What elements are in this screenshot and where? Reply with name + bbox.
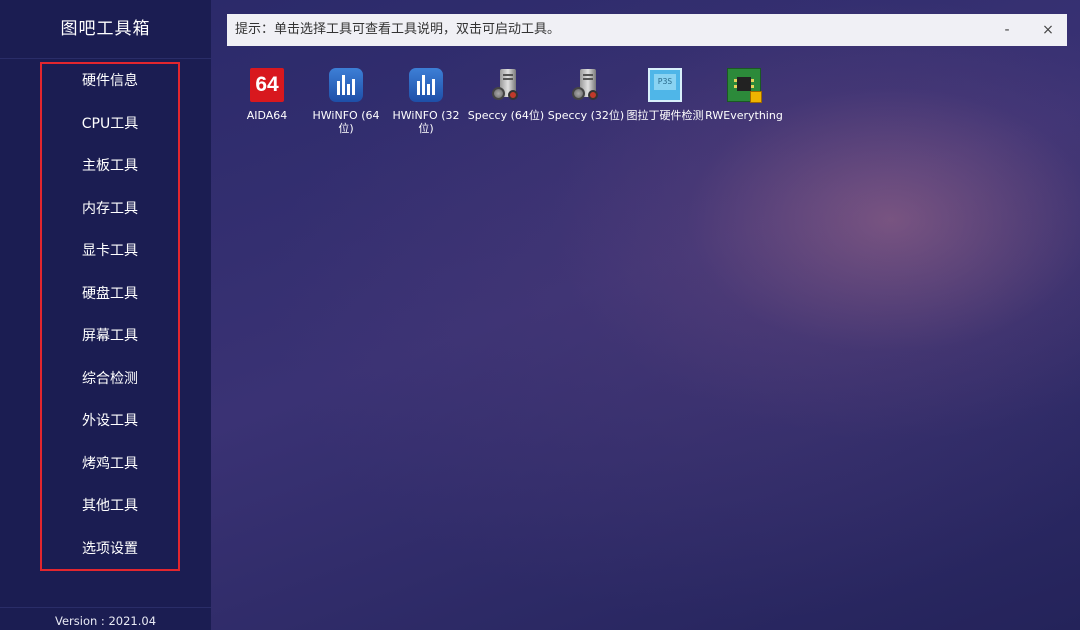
hwinfo-icon <box>409 68 443 102</box>
menu-item-gpu-tools[interactable]: 显卡工具 <box>42 235 178 267</box>
hint-bar: 提示：单击选择工具可查看工具说明，双击可启动工具。 - × <box>227 14 1067 46</box>
tool-label: Speccy (32位) <box>547 109 625 122</box>
p3s-badge: P3S <box>654 74 676 90</box>
close-button[interactable]: × <box>1033 14 1063 46</box>
hint-text: 提示：单击选择工具可查看工具说明，双击可启动工具。 <box>235 22 561 37</box>
menu-item-peripheral-tools[interactable]: 外设工具 <box>42 405 178 437</box>
tool-hwinfo-64[interactable]: HWiNFO (64位) <box>306 68 386 135</box>
menu-item-settings[interactable]: 选项设置 <box>42 533 178 565</box>
tool-speccy-64[interactable]: Speccy (64位) <box>466 68 546 122</box>
tool-hwinfo-32[interactable]: HWiNFO (32位) <box>386 68 466 135</box>
tool-aida64[interactable]: 64 AIDA64 <box>227 68 307 122</box>
menu-item-screen-tools[interactable]: 屏幕工具 <box>42 320 178 352</box>
tool-label: HWiNFO (64位) <box>312 109 380 135</box>
minimize-button[interactable]: - <box>992 14 1022 46</box>
category-menu: 硬件信息 CPU工具 主板工具 内存工具 显卡工具 硬盘工具 屏幕工具 综合检测… <box>40 62 180 571</box>
menu-item-other-tools[interactable]: 其他工具 <box>42 490 178 522</box>
speccy-icon <box>489 68 523 102</box>
speccy-icon <box>569 68 603 102</box>
menu-item-comprehensive-test[interactable]: 综合检测 <box>42 363 178 395</box>
p3s-icon: P3S <box>648 68 682 102</box>
app-title: 图吧工具箱 <box>0 0 211 59</box>
menu-item-cpu-tools[interactable]: CPU工具 <box>42 108 178 140</box>
rweverything-icon <box>727 68 762 103</box>
tool-label: AIDA64 <box>246 109 288 122</box>
menu-item-stress-tools[interactable]: 烤鸡工具 <box>42 448 178 480</box>
sidebar: 图吧工具箱 硬件信息 CPU工具 主板工具 内存工具 显卡工具 硬盘工具 屏幕工… <box>0 0 211 630</box>
version-label: Version : 2021.04 <box>0 607 211 628</box>
tool-label: Speccy (64位) <box>467 109 545 122</box>
tool-p3s[interactable]: P3S 图拉丁硬件检测 <box>625 68 705 122</box>
hwinfo-icon <box>329 68 363 102</box>
menu-item-disk-tools[interactable]: 硬盘工具 <box>42 278 178 310</box>
menu-item-memory-tools[interactable]: 内存工具 <box>42 193 178 225</box>
menu-item-hardware-info[interactable]: 硬件信息 <box>42 65 178 97</box>
tool-label: RWEverything <box>705 109 783 122</box>
tool-label: HWiNFO (32位) <box>392 109 460 135</box>
tool-label: 图拉丁硬件检测 <box>626 109 704 122</box>
aida64-icon: 64 <box>250 68 284 102</box>
tool-rweverything[interactable]: RWEverything <box>704 68 784 122</box>
menu-item-motherboard-tools[interactable]: 主板工具 <box>42 150 178 182</box>
tool-speccy-32[interactable]: Speccy (32位) <box>546 68 626 122</box>
